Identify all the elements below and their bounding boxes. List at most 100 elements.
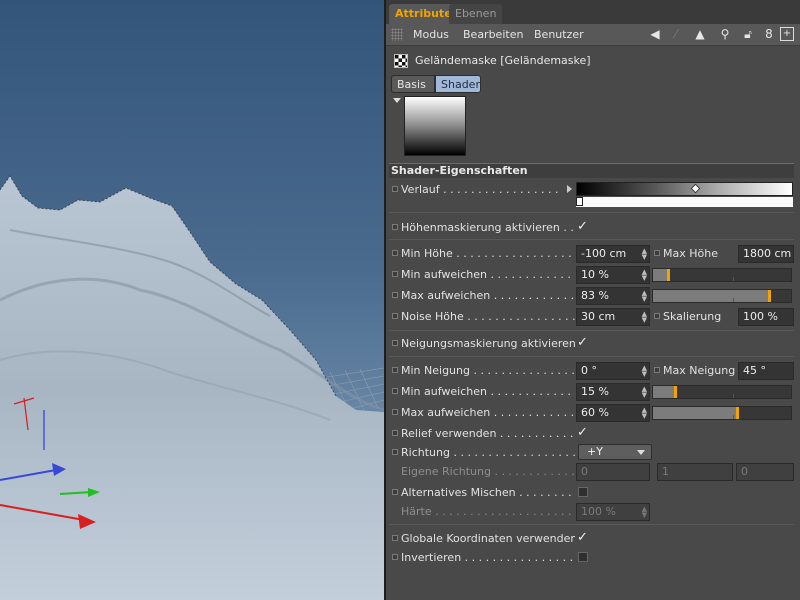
tab-shader[interactable]: Shader <box>435 75 481 93</box>
haerte-label: Härte . . . . . . . . . . . . . . . . . … <box>401 505 575 518</box>
object-title: Geländemaske [Geländemaske] <box>415 54 591 67</box>
neigung-min-aufweichen-field[interactable]: 15 % ▲ ▼ <box>576 383 650 401</box>
min-hoehe-field[interactable]: -100 cm ▲ ▼ <box>576 245 650 263</box>
object-icon[interactable]: 8 <box>762 27 776 41</box>
3d-viewport[interactable] <box>0 0 384 600</box>
richtung-dropdown[interactable]: +Y <box>578 444 652 460</box>
animation-dot-icon[interactable] <box>392 449 398 455</box>
relief-checkbox[interactable]: ✓ <box>577 426 591 440</box>
haerte-field: 100 % ▲ ▼ <box>576 503 650 521</box>
slider-handle[interactable] <box>674 386 677 398</box>
slider-fill <box>653 269 667 281</box>
max-aufweichen-slider[interactable] <box>652 289 792 303</box>
animation-dot-icon[interactable] <box>392 409 398 415</box>
min-aufweichen-slider[interactable] <box>652 268 792 282</box>
tab-basis[interactable]: Basis <box>391 75 435 93</box>
max-neigung-field[interactable]: 45 ° <box>738 362 794 380</box>
separator-icon: ⁄ <box>674 27 677 41</box>
animation-dot-icon[interactable] <box>392 388 398 394</box>
invertieren-checkbox[interactable] <box>578 552 588 562</box>
stepper-icon[interactable]: ▲ ▼ <box>642 386 647 399</box>
neigungsmaskierung-checkbox[interactable]: ✓ <box>577 336 591 350</box>
row-neigungsmaskierung: Neigungsmaskierung aktivieren ✓ <box>386 334 800 354</box>
richtung-label: Richtung . . . . . . . . . . . . . . . .… <box>401 446 575 459</box>
animation-dot-icon[interactable] <box>392 250 398 256</box>
min-aufweichen-field[interactable]: 10 % ▲ ▼ <box>576 266 650 284</box>
stepper-icon[interactable]: ▲ ▼ <box>642 290 647 303</box>
animation-dot-icon[interactable] <box>392 430 398 436</box>
animation-dot-icon[interactable] <box>392 224 398 230</box>
stepper-icon[interactable]: ▲ ▼ <box>642 248 647 261</box>
skalierung-field[interactable]: 100 % <box>738 308 794 326</box>
stepper-icon[interactable]: ▲ ▼ <box>642 269 647 282</box>
slider-fill <box>653 407 736 419</box>
globale-koordinaten-checkbox[interactable]: ✓ <box>577 531 591 545</box>
eigene-richtung-label: Eigene Richtung . . . . . . . . . . . . … <box>401 465 575 478</box>
noise-hoehe-value: 30 cm <box>581 310 616 323</box>
gradient-knot-strip[interactable] <box>576 197 793 207</box>
object-header: Geländemaske [Geländemaske] <box>386 48 800 74</box>
globale-koordinaten-label: Globale Koordinaten verwenden <box>401 532 575 545</box>
relief-label: Relief verwenden . . . . . . . . . . . .… <box>401 427 575 440</box>
slider-tick <box>733 394 734 398</box>
alternatives-mischen-checkbox[interactable] <box>578 487 588 497</box>
stepper-icon[interactable]: ▲ ▼ <box>642 407 647 420</box>
expand-arrow-icon[interactable] <box>567 185 572 193</box>
neigung-max-aufweichen-value: 60 % <box>581 406 609 419</box>
slider-handle[interactable] <box>736 407 739 419</box>
row-min-hoehe: Min Höhe . . . . . . . . . . . . . . . .… <box>386 244 800 264</box>
row-globale-koordinaten: Globale Koordinaten verwenden ✓ <box>386 529 800 549</box>
animation-dot-icon[interactable] <box>392 535 398 541</box>
arrow-left-icon[interactable]: ◀ <box>648 27 662 41</box>
separator <box>389 524 794 525</box>
terrain-render <box>0 175 384 600</box>
animation-dot-icon[interactable] <box>654 367 660 373</box>
tab-attribute[interactable]: Attribute <box>389 4 458 24</box>
max-aufweichen-field[interactable]: 83 % ▲ ▼ <box>576 287 650 305</box>
add-panel-icon[interactable]: + <box>780 27 794 41</box>
animation-dot-icon[interactable] <box>392 313 398 319</box>
slider-handle[interactable] <box>768 290 771 302</box>
menu-modus[interactable]: Modus <box>413 28 449 41</box>
animation-dot-icon[interactable] <box>392 292 398 298</box>
arrow-up-icon[interactable]: ▲ <box>693 27 707 41</box>
animation-dot-icon[interactable] <box>392 367 398 373</box>
min-aufweichen-label: Min aufweichen . . . . . . . . . . . . .… <box>401 268 575 281</box>
min-aufweichen-value: 10 % <box>581 268 609 281</box>
gradient-bar[interactable] <box>576 182 793 196</box>
min-neigung-field[interactable]: 0 ° ▲ ▼ <box>576 362 650 380</box>
row-noise-hoehe: Noise Höhe . . . . . . . . . . . . . . .… <box>386 307 800 327</box>
neigung-max-aufweichen-slider[interactable] <box>652 406 792 420</box>
separator <box>389 330 794 331</box>
neigung-max-aufweichen-field[interactable]: 60 % ▲ ▼ <box>576 404 650 422</box>
grip-icon[interactable] <box>391 28 403 41</box>
slider-handle[interactable] <box>667 269 670 281</box>
animation-dot-icon[interactable] <box>654 250 660 256</box>
menu-bearbeiten[interactable]: Bearbeiten <box>463 28 523 41</box>
min-neigung-value: 0 ° <box>581 364 597 377</box>
slider-tick <box>733 415 734 419</box>
stepper-icon[interactable]: ▲ ▼ <box>642 311 647 324</box>
row-invertieren: Invertieren . . . . . . . . . . . . . . … <box>386 548 800 568</box>
animation-dot-icon[interactable] <box>392 340 398 346</box>
neigung-min-aufweichen-slider[interactable] <box>652 385 792 399</box>
animation-dot-icon[interactable] <box>392 554 398 560</box>
noise-hoehe-field[interactable]: 30 cm ▲ ▼ <box>576 308 650 326</box>
max-hoehe-field[interactable]: 1800 cm <box>738 245 794 263</box>
animation-dot-icon[interactable] <box>654 313 660 319</box>
noise-hoehe-label: Noise Höhe . . . . . . . . . . . . . . .… <box>401 310 575 323</box>
row-eigene-richtung: Eigene Richtung . . . . . . . . . . . . … <box>386 462 800 482</box>
menu-benutzer[interactable]: Benutzer <box>534 28 584 41</box>
lock-icon[interactable]: 🔓︎ <box>741 27 755 41</box>
max-neigung-value: 45 ° <box>743 364 766 377</box>
max-hoehe-label: Max Höhe <box>663 247 718 260</box>
tab-ebenen[interactable]: Ebenen <box>449 4 503 24</box>
stepper-icon[interactable]: ▲ ▼ <box>642 365 647 378</box>
search-icon[interactable]: ⚲ <box>718 27 732 41</box>
collapse-arrow-icon[interactable] <box>393 98 401 103</box>
animation-dot-icon[interactable] <box>392 271 398 277</box>
gradient-knot[interactable] <box>576 197 583 206</box>
animation-dot-icon[interactable] <box>392 489 398 495</box>
hoehenmaskierung-checkbox[interactable]: ✓ <box>577 220 591 234</box>
animation-dot-icon[interactable] <box>392 186 398 192</box>
